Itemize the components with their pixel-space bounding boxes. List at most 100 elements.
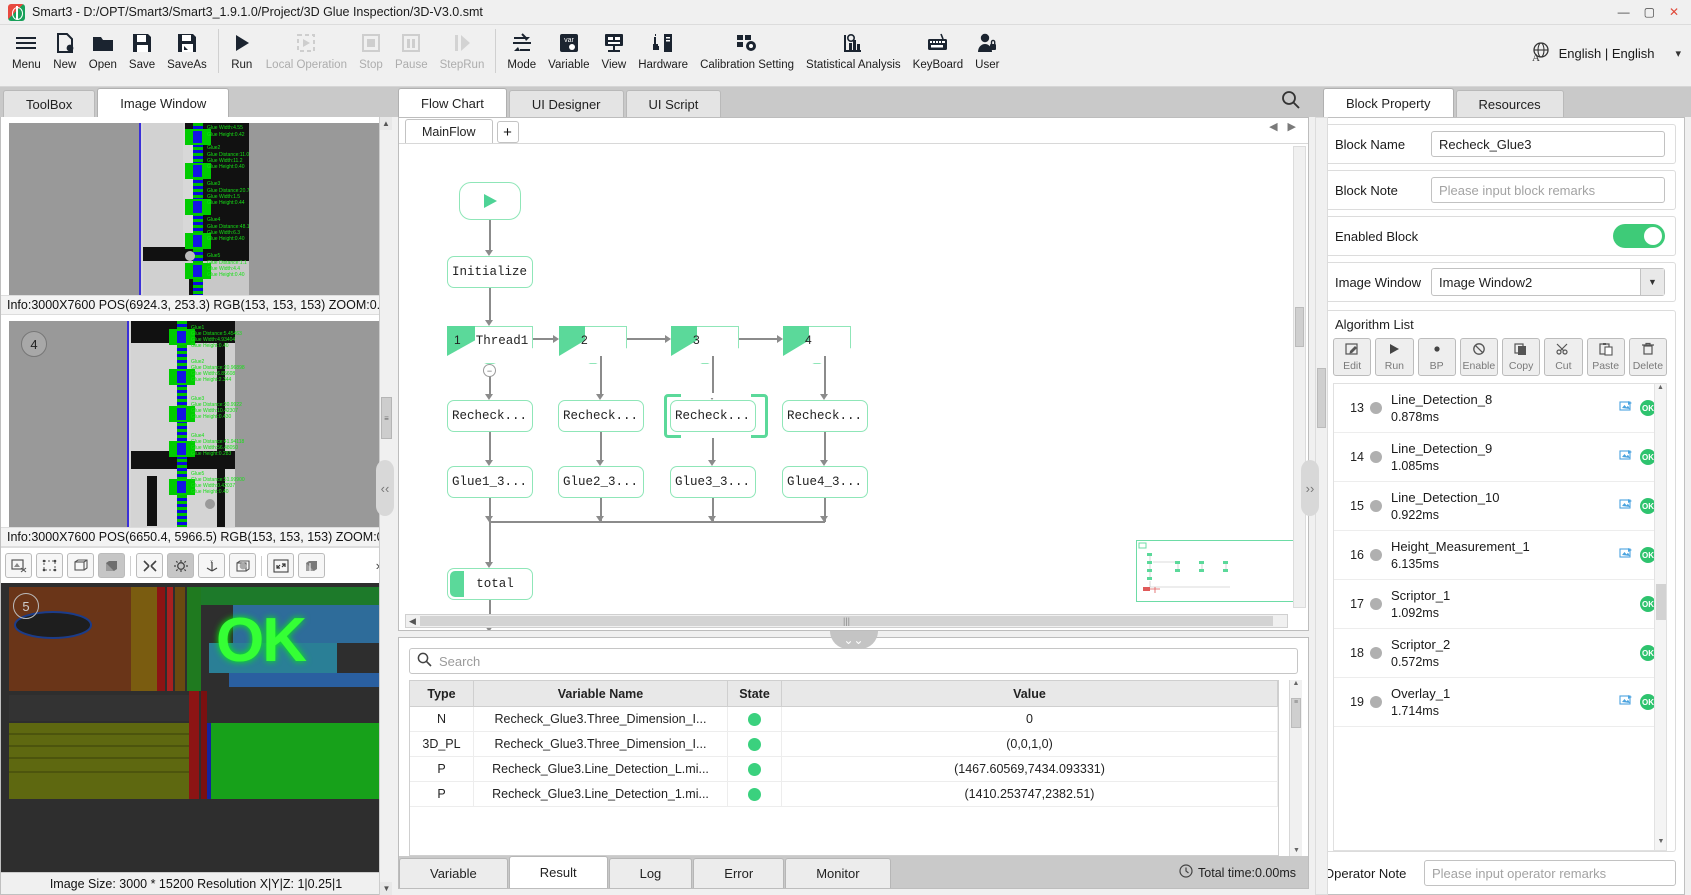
search-input[interactable]: Search xyxy=(409,648,1298,674)
algorithm-scroll-thumb[interactable] xyxy=(1656,584,1666,620)
list-item[interactable]: 18 Scriptor_2 0.572ms OK xyxy=(1334,629,1666,678)
tab-error[interactable]: Error xyxy=(693,858,784,888)
toolbar-run-button[interactable]: Run xyxy=(224,25,260,85)
add-flow-tab-button[interactable]: + xyxy=(497,121,519,143)
toolbar-statistics-button[interactable]: Statistical Analysis xyxy=(800,25,907,85)
flow-vertical-scrollbar[interactable] xyxy=(1293,146,1306,608)
toolbar-stop-button[interactable]: Stop xyxy=(353,25,389,85)
wireframe-box-icon[interactable] xyxy=(67,553,94,578)
list-item[interactable]: 13 Line_Detection_8 0.878ms OK xyxy=(1334,384,1666,433)
image-window-2[interactable]: 4 Glue1G xyxy=(1,315,391,547)
flow-node-glue-1[interactable]: Glue1_3... xyxy=(447,466,533,498)
toolbar-hardware-button[interactable]: Hardware xyxy=(632,25,694,85)
image-output-icon[interactable] xyxy=(1619,547,1633,563)
list-item[interactable]: 17 Scriptor_1 1.092ms OK xyxy=(1334,580,1666,629)
tab-toolbox[interactable]: ToolBox xyxy=(3,90,95,117)
flow-node-initialize[interactable]: Initialize xyxy=(447,256,533,288)
algorithm-paste-button[interactable]: Paste xyxy=(1587,338,1625,376)
toolbar-local-operation-button[interactable]: Local Operation xyxy=(260,25,353,85)
table-row[interactable]: P Recheck_Glue3.Line_Detection_1.mi... (… xyxy=(410,782,1278,807)
toolbar-view-button[interactable]: View xyxy=(595,25,632,85)
tab-log[interactable]: Log xyxy=(609,858,693,888)
close-button[interactable]: ✕ xyxy=(1669,6,1679,18)
image-window-2-canvas[interactable]: 4 Glue1G xyxy=(9,321,383,527)
light-bulb-icon[interactable] xyxy=(167,553,194,578)
left-panel-collapse-handle[interactable]: ‹‹ xyxy=(376,460,394,516)
tab-ui-designer[interactable]: UI Designer xyxy=(509,90,624,117)
flow-thread-3[interactable]: 3 xyxy=(671,326,739,364)
chevron-double-down-icon[interactable]: ⌄⌄ xyxy=(830,631,878,649)
toolbar-steprun-button[interactable]: StepRun xyxy=(434,25,491,85)
flow-start-node[interactable] xyxy=(459,182,521,220)
operator-note-input[interactable]: Please input operator remarks xyxy=(1424,860,1676,886)
flow-vscroll-thumb[interactable] xyxy=(1295,307,1304,347)
image-output-icon[interactable] xyxy=(1619,694,1633,710)
variable-table-scrollbar[interactable]: ▲ ≡ ▼ xyxy=(1289,680,1302,856)
toolbar-user-button[interactable]: User xyxy=(969,25,1005,85)
block-note-input[interactable]: Please input block remarks xyxy=(1431,177,1665,203)
image-output-icon[interactable] xyxy=(1619,449,1633,465)
minimize-button[interactable]: — xyxy=(1618,6,1630,18)
nav-next-icon[interactable]: ▶ xyxy=(1288,120,1296,133)
list-item[interactable]: 16 Height_Measurement_1 6.135ms OK xyxy=(1334,531,1666,580)
toolbar-keyboard-button[interactable]: KeyBoard xyxy=(907,25,970,85)
toolbar-mode-button[interactable]: Mode xyxy=(501,25,542,85)
tab-variable[interactable]: Variable xyxy=(399,858,508,888)
image-output-icon[interactable] xyxy=(1619,498,1633,514)
tab-monitor[interactable]: Monitor xyxy=(785,858,890,888)
flow-thread-2[interactable]: 2 xyxy=(559,326,627,364)
tab-image-window[interactable]: Image Window xyxy=(97,88,229,117)
flow-tab-mainflow[interactable]: MainFlow xyxy=(405,119,493,143)
scroll-up-arrow-icon[interactable]: ▲ xyxy=(1655,384,1666,396)
flow-node-total[interactable]: total xyxy=(447,568,533,600)
algorithm-cut-button[interactable]: Cut xyxy=(1544,338,1582,376)
image-window-1-canvas[interactable]: Glue Width:4.55 Glue Height:0.42 Glue2 G… xyxy=(9,123,383,295)
flow-minimap[interactable] xyxy=(1136,540,1300,602)
right-scroll-thumb[interactable] xyxy=(1317,368,1326,428)
algorithm-copy-button[interactable]: Copy xyxy=(1502,338,1540,376)
toolbar-open-button[interactable]: Open xyxy=(83,25,123,85)
flow-node-recheck-2[interactable]: Recheck... xyxy=(558,400,644,432)
image-window-select[interactable]: Image Window2 ▼ xyxy=(1431,268,1665,296)
fit-collapse-icon[interactable] xyxy=(136,553,163,578)
tab-ui-script[interactable]: UI Script xyxy=(626,90,722,117)
flow-node-glue-4[interactable]: Glue4_3... xyxy=(782,466,868,498)
solid-box-icon[interactable] xyxy=(98,553,125,578)
thread-collapse-icon[interactable]: − xyxy=(483,364,496,377)
flow-node-recheck-3[interactable]: Recheck... xyxy=(670,400,756,432)
flow-node-recheck-4[interactable]: Recheck... xyxy=(782,400,868,432)
scroll-down-arrow-icon[interactable]: ▼ xyxy=(1655,838,1667,850)
flow-hscroll-thumb[interactable]: ||| xyxy=(420,616,1273,626)
right-panel-collapse-handle[interactable]: ›› xyxy=(1301,460,1319,516)
tab-block-property[interactable]: Block Property xyxy=(1323,88,1454,117)
algorithm-list-scrollbar[interactable]: ▲ ▼ xyxy=(1654,384,1666,850)
toolbar-pause-button[interactable]: Pause xyxy=(389,25,434,85)
flow-chart-canvas[interactable]: Initialize 1 Thread1 − 2 xyxy=(399,144,1308,630)
list-item[interactable]: 19 Overlay_1 1.714ms OK xyxy=(1334,678,1666,727)
algorithm-enable-button[interactable]: Enable xyxy=(1460,338,1498,376)
toolbar-menu-button[interactable]: Menu xyxy=(6,25,47,85)
flow-horizontal-scrollbar[interactable]: ◀ ||| xyxy=(405,614,1288,628)
left-scroll-thumb[interactable]: ≡ xyxy=(381,397,392,439)
search-icon[interactable] xyxy=(1281,90,1301,113)
flow-node-glue-2[interactable]: Glue2_3... xyxy=(558,466,644,498)
axis-icon[interactable]: y xyxy=(198,553,225,578)
flow-thread-4[interactable]: 4 xyxy=(783,326,851,364)
shaded-box-icon[interactable] xyxy=(229,553,256,578)
toolbar-calibration-button[interactable]: Calibration Setting xyxy=(694,25,800,85)
pointcloud-view[interactable]: 5 xyxy=(1,583,391,872)
enabled-block-toggle[interactable] xyxy=(1613,224,1665,248)
algorithm-list[interactable]: 13 Line_Detection_8 0.878ms OK 14 xyxy=(1333,383,1667,851)
table-row[interactable]: N Recheck_Glue3.Three_Dimension_I... 0 xyxy=(410,707,1278,732)
fullscreen-icon[interactable] xyxy=(267,553,294,578)
nav-prev-icon[interactable]: ◀ xyxy=(1269,120,1277,133)
algorithm-run-button[interactable]: Run xyxy=(1375,338,1413,376)
algorithm-delete-button[interactable]: Delete xyxy=(1629,338,1667,376)
toolbar-save-button[interactable]: Save xyxy=(123,25,161,85)
flow-node-recheck-1[interactable]: Recheck... xyxy=(447,400,533,432)
scroll-up-arrow-icon[interactable]: ▲ xyxy=(380,117,392,130)
chevron-down-icon[interactable]: ▼ xyxy=(1640,269,1664,295)
list-item[interactable]: 15 Line_Detection_10 0.922ms OK xyxy=(1334,482,1666,531)
maximize-button[interactable]: ▢ xyxy=(1644,6,1655,18)
chevron-down-icon[interactable]: ▾ xyxy=(1675,47,1681,60)
